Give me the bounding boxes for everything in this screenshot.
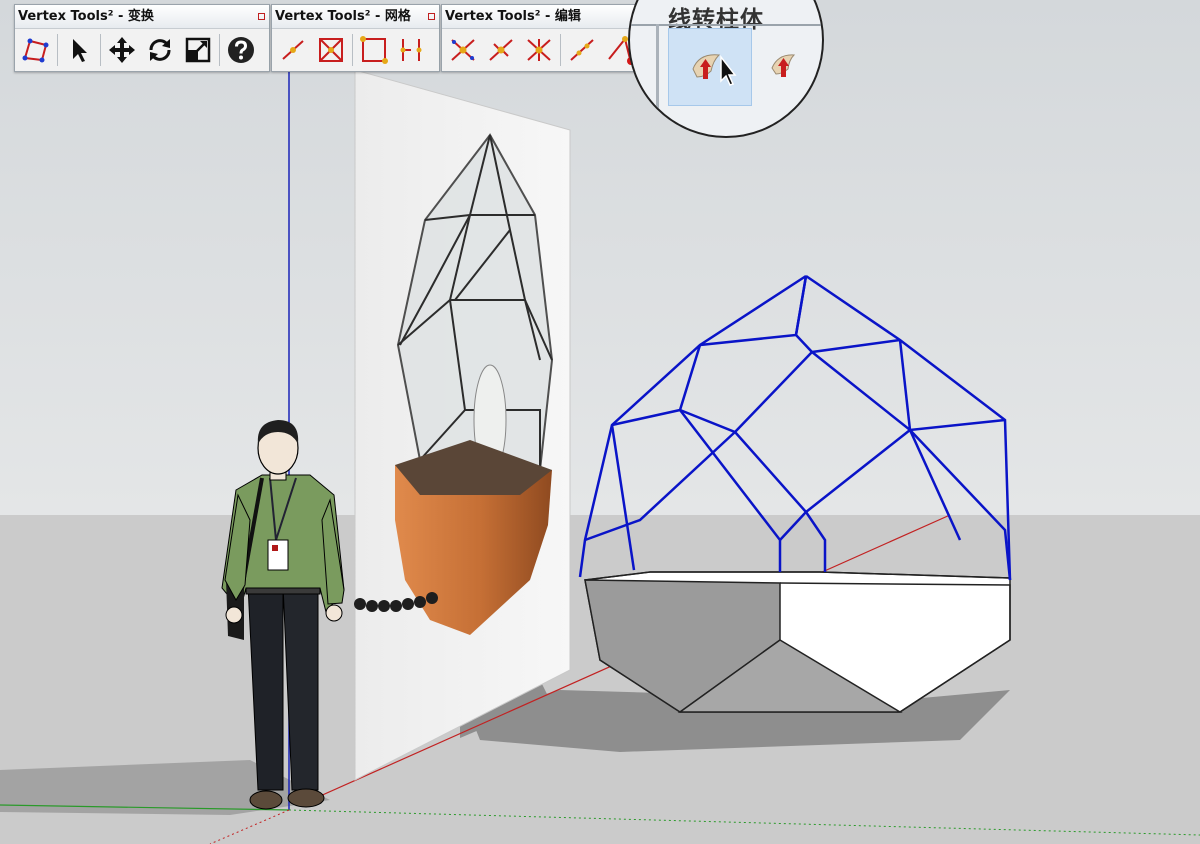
scale-icon xyxy=(185,37,211,63)
box-cross-icon xyxy=(319,38,343,62)
toolbar-edit-title-text: Vertex Tools² - 编辑 xyxy=(445,9,581,24)
rotate-button[interactable] xyxy=(141,32,179,68)
toolbar-mesh: Vertex Tools² - 网格 xyxy=(271,4,440,72)
collapse-edge-icon xyxy=(489,39,513,61)
scale-button[interactable] xyxy=(179,32,217,68)
line-to-cylinder-alt-icon xyxy=(771,54,796,77)
sky xyxy=(0,0,1200,515)
toolbar-separator xyxy=(100,34,101,66)
toolbar-transform-title-text: Vertex Tools² - 变换 xyxy=(18,9,154,24)
toolbar-separator xyxy=(57,34,58,66)
merge-vertices-button[interactable] xyxy=(444,32,482,68)
merge-vertices-icon xyxy=(451,39,475,61)
move-icon xyxy=(109,37,135,63)
line-vertex-button[interactable] xyxy=(274,32,312,68)
model-viewport[interactable] xyxy=(0,0,1200,844)
toolbar-mesh-title: Vertex Tools² - 网格 xyxy=(272,5,439,29)
toolbar-transform-title: Vertex Tools² - 变换 xyxy=(15,5,269,29)
toolbar-separator xyxy=(560,34,561,66)
edge-split-icon xyxy=(400,39,422,61)
magnifier-frame xyxy=(656,24,659,124)
extend-line-icon xyxy=(570,39,594,61)
select-arrow-icon xyxy=(73,39,87,62)
square-vertex-icon xyxy=(360,36,388,64)
help-button[interactable] xyxy=(222,32,260,68)
line-vertex-icon xyxy=(282,40,304,60)
toolbar-separator xyxy=(352,34,353,66)
weld-vertices-icon xyxy=(527,39,551,61)
line-to-cylinder-alt-button[interactable] xyxy=(758,28,818,104)
collapse-edge-button[interactable] xyxy=(482,32,520,68)
line-to-cylinder-button[interactable] xyxy=(668,28,752,106)
polygon-select-button[interactable] xyxy=(17,32,55,68)
box-cross-button[interactable] xyxy=(312,32,350,68)
toolbar-close-icon[interactable] xyxy=(428,13,435,20)
toolbar-separator xyxy=(219,34,220,66)
reference-image-panel[interactable] xyxy=(354,69,571,781)
extend-line-button[interactable] xyxy=(563,32,601,68)
square-vertex-button[interactable] xyxy=(355,32,393,68)
edge-split-button[interactable] xyxy=(393,32,431,68)
toolbar-mesh-title-text: Vertex Tools² - 网格 xyxy=(275,9,411,24)
select-button[interactable] xyxy=(60,32,98,68)
polygon-select-icon xyxy=(22,38,49,63)
magnifier-divider xyxy=(630,24,822,26)
rotate-icon xyxy=(149,39,171,61)
move-button[interactable] xyxy=(103,32,141,68)
weld-vertices-button[interactable] xyxy=(520,32,558,68)
toolbar-transform: Vertex Tools² - 变换 xyxy=(14,4,270,72)
help-icon xyxy=(228,37,254,63)
toolbar-close-icon[interactable] xyxy=(258,13,265,20)
line-to-cylinder-icon xyxy=(692,54,737,86)
